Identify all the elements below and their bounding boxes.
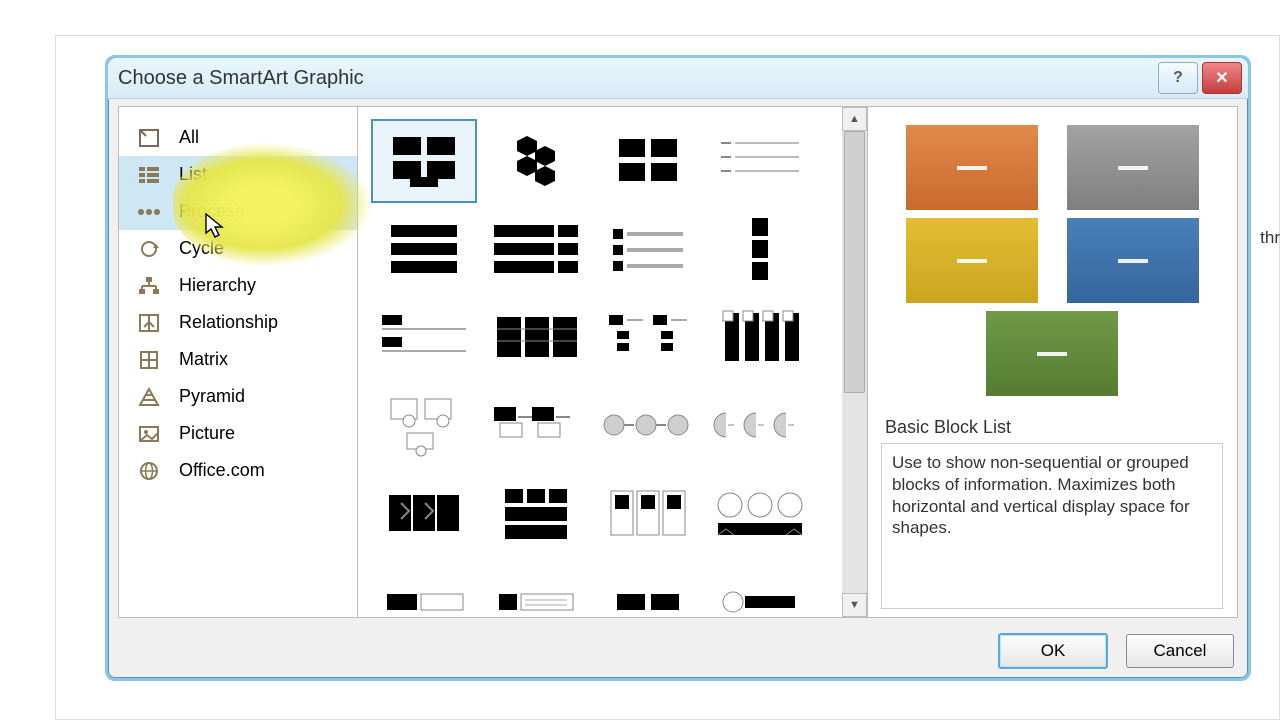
layout-table-list[interactable]	[485, 297, 587, 377]
category-panel: All List Process	[119, 107, 358, 617]
layout-grouped-list[interactable]	[373, 473, 475, 553]
cancel-label: Cancel	[1154, 641, 1207, 661]
layout-picture-caption-list[interactable]	[597, 121, 699, 201]
category-label: Hierarchy	[179, 275, 256, 296]
background-text: thr	[1260, 228, 1280, 248]
relationship-icon	[137, 312, 161, 334]
preview-block-1	[906, 125, 1038, 210]
gallery-scrollbar[interactable]: ▲ ▼	[842, 107, 867, 617]
category-label: All	[179, 127, 199, 148]
globe-icon	[137, 460, 161, 482]
category-list-type[interactable]: List	[119, 156, 357, 193]
picture-icon	[137, 423, 161, 445]
cancel-button[interactable]: Cancel	[1126, 634, 1234, 668]
preview-graphic	[895, 125, 1209, 405]
layout-vertical-picture-list[interactable]	[485, 473, 587, 553]
preview-block-4	[1067, 218, 1199, 303]
preview-panel: Basic Block List Use to show non-sequent…	[867, 107, 1237, 617]
pyramid-icon	[137, 386, 161, 408]
list-icon	[137, 164, 161, 186]
matrix-icon	[137, 349, 161, 371]
layout-alternating-hexagons[interactable]	[485, 121, 587, 201]
category-picture[interactable]: Picture	[119, 415, 357, 452]
layout-grid	[369, 117, 837, 607]
dialog-title: Choose a SmartArt Graphic	[114, 65, 1154, 92]
category-hierarchy[interactable]: Hierarchy	[119, 267, 357, 304]
preview-block-3	[906, 218, 1038, 303]
layout-basic-block-list[interactable]	[371, 119, 477, 203]
layout-horizontal-bullet-list[interactable]	[485, 209, 587, 289]
preview-title: Basic Block List	[885, 417, 1011, 438]
all-icon	[137, 127, 161, 149]
category-relationship[interactable]: Relationship	[119, 304, 357, 341]
ok-label: OK	[1041, 641, 1066, 661]
layout-vertical-bullet-list[interactable]	[373, 297, 475, 377]
category-label: Relationship	[179, 312, 278, 333]
help-button[interactable]: ?	[1158, 62, 1198, 94]
close-button[interactable]: ✕	[1202, 62, 1242, 94]
category-matrix[interactable]: Matrix	[119, 341, 357, 378]
preview-block-5	[986, 311, 1118, 396]
scroll-track[interactable]	[842, 129, 867, 595]
preview-block-2	[1067, 125, 1199, 210]
scroll-down-button[interactable]: ▼	[842, 593, 867, 617]
dialog-body: All List Process	[118, 106, 1238, 618]
layout-hierarchy-list[interactable]	[597, 297, 699, 377]
category-label: Cycle	[179, 238, 224, 259]
scroll-thumb[interactable]	[844, 131, 865, 393]
layout-gallery: ▲ ▼	[357, 107, 868, 617]
scroll-up-button[interactable]: ▲	[842, 107, 867, 131]
process-icon	[137, 201, 161, 223]
category-officecom[interactable]: Office.com	[119, 452, 357, 489]
layout-horizontal-picture-list[interactable]	[597, 473, 699, 553]
category-list: All List Process	[119, 107, 357, 489]
category-label: List	[179, 164, 207, 185]
layout-bending-picture-list[interactable]	[485, 385, 587, 465]
category-label: Picture	[179, 423, 235, 444]
category-label: Pyramid	[179, 386, 245, 407]
layout-vertical-block-list[interactable]	[709, 297, 811, 377]
layout-picture-accent-list[interactable]	[373, 385, 475, 465]
category-label: Matrix	[179, 349, 228, 370]
dialog-footer: OK Cancel	[108, 623, 1248, 678]
category-label: Process	[179, 201, 244, 222]
category-label: Office.com	[179, 460, 265, 481]
layout-lined-list[interactable]	[709, 121, 811, 201]
ok-button[interactable]: OK	[998, 633, 1108, 669]
layout-circle-picture-list[interactable]	[709, 473, 811, 553]
layout-square-accent-list[interactable]	[597, 209, 699, 289]
help-icon: ?	[1173, 69, 1183, 87]
smartart-dialog: Choose a SmartArt Graphic ? ✕ All List	[105, 55, 1251, 681]
layout-continuous-picture-list[interactable]	[597, 385, 699, 465]
category-process[interactable]: Process	[119, 193, 357, 230]
cycle-icon	[137, 238, 161, 260]
layout-pie-process[interactable]	[709, 385, 811, 465]
hierarchy-icon	[137, 275, 161, 297]
preview-description: Use to show non-sequential or grouped bl…	[881, 443, 1223, 609]
layout-stacked-list[interactable]	[709, 209, 811, 289]
category-all[interactable]: All	[119, 119, 357, 156]
category-pyramid[interactable]: Pyramid	[119, 378, 357, 415]
titlebar: Choose a SmartArt Graphic ? ✕	[108, 58, 1248, 99]
close-icon: ✕	[1215, 68, 1228, 88]
category-cycle[interactable]: Cycle	[119, 230, 357, 267]
layout-vertical-box-list[interactable]	[373, 209, 475, 289]
